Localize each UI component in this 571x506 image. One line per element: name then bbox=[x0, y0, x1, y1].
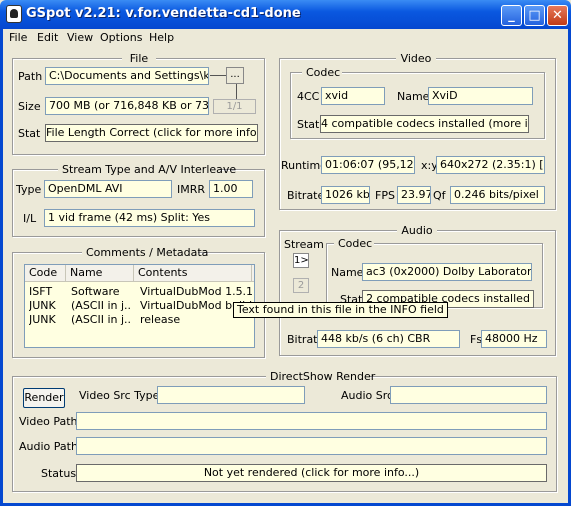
menu-help[interactable]: Help bbox=[144, 29, 179, 48]
menu-edit[interactable]: Edit bbox=[32, 29, 63, 48]
qf-label: Qf bbox=[433, 189, 446, 202]
video-path-label: Video Path bbox=[19, 415, 78, 428]
menu-file[interactable]: File bbox=[4, 29, 32, 48]
part-indicator[interactable]: 1/1 bbox=[213, 99, 256, 114]
column-header-contents[interactable]: Contents bbox=[134, 265, 252, 282]
fs-field: 48000 Hz bbox=[481, 330, 547, 348]
file-stat-label: Stat bbox=[18, 127, 41, 140]
audio-bitrate-field: 448 kb/s (6 ch) CBR bbox=[317, 330, 460, 348]
maximize-button[interactable]: □ bbox=[524, 5, 545, 26]
comments-legend: Comments / Metadata bbox=[82, 246, 208, 259]
video-stat-label: Stat bbox=[297, 118, 320, 131]
audio-codec-legend: Codec bbox=[334, 237, 374, 250]
video-stat-button[interactable]: 4 compatible codecs installed (more info… bbox=[320, 115, 529, 133]
imrr-field: 1.00 bbox=[209, 180, 253, 198]
il-label: I/L bbox=[23, 212, 37, 225]
audio-stream-2-button[interactable]: 2 bbox=[293, 278, 309, 293]
audio-stream-1-button[interactable]: 1> bbox=[293, 253, 309, 268]
table-cell-contents[interactable]: VirtualDubMod 1.5.1... bbox=[140, 285, 252, 298]
xy-field: 640x272 (2.35:1) [=40 bbox=[436, 156, 545, 174]
video-codec-legend: Codec bbox=[302, 66, 342, 79]
size-field: 700 MB (or 716,848 KB or 734,05 bbox=[45, 97, 209, 115]
table-cell-code[interactable]: ISFT bbox=[29, 285, 65, 298]
video-src-type-field bbox=[157, 386, 305, 404]
table-cell-name[interactable]: Software bbox=[71, 285, 131, 298]
table-cell-name[interactable]: (ASCII in j... bbox=[71, 313, 131, 326]
audio-path-field bbox=[76, 437, 547, 455]
path-label: Path bbox=[18, 70, 43, 83]
app-icon[interactable] bbox=[6, 5, 22, 23]
video-name-field: XviD bbox=[428, 87, 533, 105]
audio-stream-label: Stream bbox=[284, 238, 324, 251]
fps-field: 23.97 bbox=[397, 186, 431, 204]
connector-line bbox=[210, 75, 226, 76]
audio-src-label: Audio Src bbox=[341, 389, 394, 402]
audio-name-field: ac3 (0x2000) Dolby Laboratories, I bbox=[362, 263, 532, 281]
audio-path-label: Audio Path bbox=[19, 440, 78, 453]
il-field: 1 vid frame (42 ms) Split: Yes bbox=[44, 209, 255, 227]
imrr-label: IMRR bbox=[177, 183, 206, 196]
close-button[interactable]: ✕ bbox=[547, 5, 568, 26]
audio-legend: Audio bbox=[397, 224, 437, 237]
video-src-type-label: Video Src Type bbox=[79, 389, 160, 402]
video-legend: Video bbox=[396, 52, 436, 65]
fourcc-label: 4CC bbox=[297, 90, 320, 103]
menu-bar: File Edit View Options Help bbox=[0, 29, 571, 48]
browse-button[interactable]: ... bbox=[226, 67, 244, 84]
audio-src-field bbox=[390, 386, 547, 404]
column-header-code[interactable]: Code bbox=[25, 265, 66, 282]
size-label: Size bbox=[18, 100, 41, 113]
table-cell-code[interactable]: JUNK bbox=[29, 313, 65, 326]
table-cell-code[interactable]: JUNK bbox=[29, 299, 65, 312]
file-legend: File bbox=[122, 52, 156, 65]
stream-type-legend: Stream Type and A/V Interleave bbox=[58, 163, 236, 176]
connector-line bbox=[236, 84, 237, 99]
fps-label: FPS bbox=[375, 189, 395, 202]
file-stat-button[interactable]: File Length Correct (click for more info… bbox=[45, 124, 258, 142]
fourcc-field: xvid bbox=[321, 87, 385, 105]
video-bitrate-field: 1026 kb/ bbox=[321, 186, 370, 204]
column-header-name[interactable]: Name bbox=[66, 265, 134, 282]
directshow-legend: DirectShow Render bbox=[266, 370, 375, 383]
video-name-label: Name bbox=[397, 90, 430, 103]
metadata-list-header: Code Name Contents bbox=[25, 265, 254, 282]
type-field: OpenDML AVI bbox=[44, 180, 172, 198]
runtime-field: 01:06:07 (95,121 fr bbox=[321, 156, 415, 174]
info-tooltip: Text found in this file in the INFO fiel… bbox=[233, 302, 448, 318]
metadata-list[interactable]: Code Name Contents ISFT Software Virtual… bbox=[24, 264, 255, 348]
type-label: Type bbox=[16, 183, 42, 196]
menu-options[interactable]: Options bbox=[95, 29, 147, 48]
path-field[interactable]: C:\Documents and Settings\kjhl\ bbox=[45, 67, 209, 85]
render-status-button[interactable]: Not yet rendered (click for more info...… bbox=[76, 464, 547, 482]
table-cell-name[interactable]: (ASCII in j... bbox=[71, 299, 131, 312]
window-title: GSpot v2.21: v.for.vendetta-cd1-done bbox=[26, 6, 301, 21]
status-label: Status bbox=[41, 467, 77, 480]
minimize-button[interactable]: _ bbox=[501, 5, 522, 26]
video-path-field bbox=[76, 412, 547, 430]
render-button[interactable]: Render bbox=[23, 388, 65, 408]
video-bitrate-label: Bitrate bbox=[287, 189, 325, 202]
menu-view[interactable]: View bbox=[62, 29, 98, 48]
qf-field: 0.246 bits/pixel bbox=[450, 186, 545, 204]
audio-name-label: Name bbox=[331, 266, 364, 279]
